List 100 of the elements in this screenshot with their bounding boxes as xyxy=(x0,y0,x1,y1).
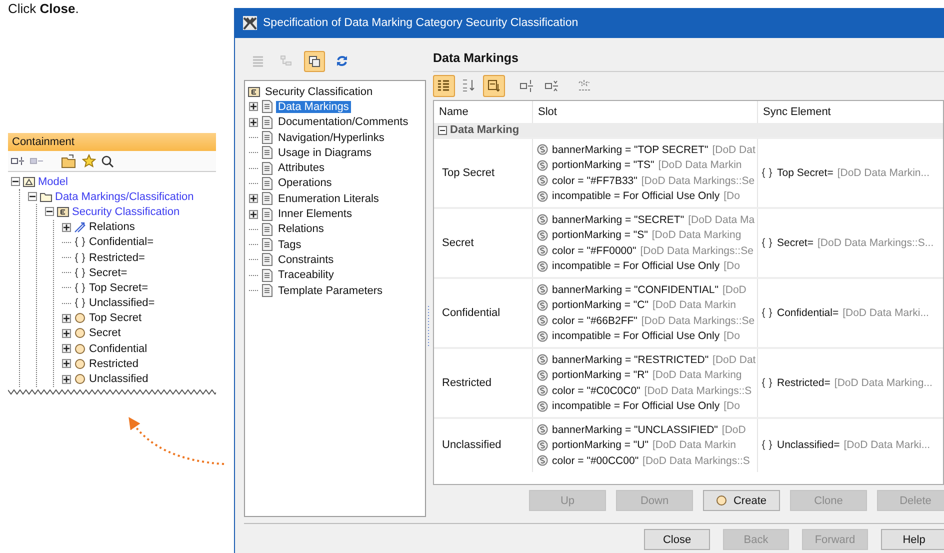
braces-icon xyxy=(761,307,773,319)
expand-icon[interactable] xyxy=(62,359,71,368)
slot-icon xyxy=(537,175,548,186)
tree-item[interactable]: Restricted= xyxy=(89,252,145,264)
tree-item[interactable]: Tags xyxy=(276,238,304,251)
tree-item[interactable]: Navigation/Hyperlinks xyxy=(276,132,386,144)
slot-type: [DoD Data Markings::Se xyxy=(641,314,755,327)
filter-icon[interactable] xyxy=(483,75,505,97)
tree-item[interactable]: Secret xyxy=(89,327,121,340)
tree-item[interactable]: Attributes xyxy=(276,162,326,174)
slot-type: [DoD Dat xyxy=(712,354,756,366)
document-icon xyxy=(261,192,273,206)
tree-item[interactable]: Data Markings xyxy=(276,100,351,113)
slot-icon xyxy=(537,284,548,296)
tree-item[interactable]: Relations xyxy=(89,221,135,234)
expand-icon[interactable] xyxy=(62,374,71,384)
tree-item[interactable]: Template Parameters xyxy=(276,284,385,296)
collapse-icon[interactable] xyxy=(438,126,447,134)
tree-item[interactable]: Operations xyxy=(276,177,334,190)
splitter-handle[interactable] xyxy=(427,306,430,346)
sync-type: [DoD Data Marking... xyxy=(834,377,932,389)
slot-value: incompatible = For Official Use Only xyxy=(552,330,720,342)
slot-type: [DoD Data Markings::Se xyxy=(640,244,754,257)
slot-type: [Do xyxy=(724,260,740,272)
tree-item[interactable]: Secret= xyxy=(89,266,128,279)
slot-icon xyxy=(537,230,548,241)
collapse-icon[interactable] xyxy=(45,207,54,216)
slot-value: portionMarking = "R" xyxy=(552,369,648,382)
categorized-icon[interactable] xyxy=(433,75,455,97)
expand-icon[interactable] xyxy=(62,328,71,338)
expand-icon[interactable] xyxy=(249,210,258,219)
tree-item[interactable]: Data Markings/Classification xyxy=(55,190,194,203)
tree-item[interactable]: Unclassified= xyxy=(89,297,155,310)
slot-type: [DoD xyxy=(722,284,746,296)
tree-item[interactable]: Top Secret xyxy=(89,312,142,324)
slot-value: portionMarking = "S" xyxy=(552,229,648,242)
document-icon xyxy=(261,208,273,221)
tree-item[interactable]: Traceability xyxy=(276,269,336,282)
panel-title: Containment xyxy=(8,133,216,151)
expand-icon[interactable] xyxy=(62,222,71,232)
class-icon xyxy=(57,206,69,218)
tree-item[interactable]: Confidential xyxy=(89,342,148,355)
braces-icon xyxy=(761,439,773,452)
tree-item[interactable]: Model xyxy=(38,176,68,188)
slot-icon xyxy=(537,385,548,396)
slot-value: color = "#FF7B33" xyxy=(552,174,638,187)
tree-item[interactable]: Top Secret= xyxy=(89,282,148,294)
document-icon xyxy=(261,268,273,282)
dialog-button[interactable]: Close xyxy=(644,529,710,550)
tree-item[interactable]: Inner Elements xyxy=(276,208,354,220)
tree-item[interactable]: Security Classification xyxy=(72,206,180,218)
tree-item[interactable]: Constraints xyxy=(276,254,336,266)
slot-value: bannerMarking = "TOP SECRET" xyxy=(552,144,708,156)
sync-element: Unclassified= xyxy=(777,439,840,452)
sync-element: Restricted= xyxy=(777,377,830,389)
expand-icon[interactable] xyxy=(249,194,258,204)
collapse-icon[interactable] xyxy=(28,192,37,202)
slot-value: bannerMarking = "SECRET" xyxy=(552,214,684,226)
slot-icon xyxy=(537,400,548,412)
collapse-icon[interactable] xyxy=(11,177,20,186)
tree-item[interactable]: Documentation/Comments xyxy=(276,116,410,128)
expand-icon[interactable] xyxy=(249,118,258,127)
document-icon xyxy=(261,146,273,160)
slot-value: color = "#C0C0C0" xyxy=(552,384,640,397)
slot-type: [DoD Data Markin xyxy=(652,299,736,312)
tree-item[interactable]: Usage in Diagrams xyxy=(276,146,374,159)
slot-value: portionMarking = "U" xyxy=(552,439,648,452)
slot-icon xyxy=(537,354,548,366)
braces-icon xyxy=(74,297,86,310)
tree-item[interactable]: Confidential= xyxy=(89,236,154,248)
column-header[interactable]: Slot xyxy=(532,101,758,123)
table-cell: Unclassified xyxy=(434,418,532,472)
document-icon xyxy=(261,253,273,266)
sync-type: [DoD Data Marki... xyxy=(844,439,930,452)
expand-icon[interactable] xyxy=(249,102,258,112)
tree-item[interactable]: Relations xyxy=(276,223,326,236)
star-icon[interactable] xyxy=(82,154,96,168)
expand-icon[interactable] xyxy=(62,314,71,323)
slot-value: incompatible = For Official Use Only xyxy=(552,190,720,202)
column-header[interactable]: Sync Element xyxy=(758,101,943,123)
document-icon xyxy=(261,284,273,297)
tree-item[interactable]: Unclassified xyxy=(89,373,148,386)
copy-icon[interactable] xyxy=(304,50,325,72)
table-cell: Confidential xyxy=(434,278,532,348)
folder-icon[interactable] xyxy=(61,154,77,168)
braces-icon xyxy=(74,282,86,294)
tree-item[interactable]: Restricted xyxy=(89,358,139,370)
dialog-button[interactable]: Help xyxy=(881,529,944,550)
search-icon[interactable] xyxy=(101,154,114,168)
braces-icon xyxy=(74,266,86,279)
sync-type: [DoD Data Markin... xyxy=(837,167,930,179)
column-header[interactable]: Name xyxy=(434,101,532,123)
table-button[interactable]: Create xyxy=(703,490,780,511)
slot-value: incompatible = For Official Use Only xyxy=(552,400,720,412)
tree-item[interactable]: Security Classification xyxy=(263,86,375,98)
expand-icon[interactable] xyxy=(62,344,71,354)
slot-type: [Do xyxy=(724,330,740,342)
package-icon xyxy=(23,176,35,188)
expand-all-icon[interactable] xyxy=(11,155,25,167)
tree-item[interactable]: Enumeration Literals xyxy=(276,192,381,205)
